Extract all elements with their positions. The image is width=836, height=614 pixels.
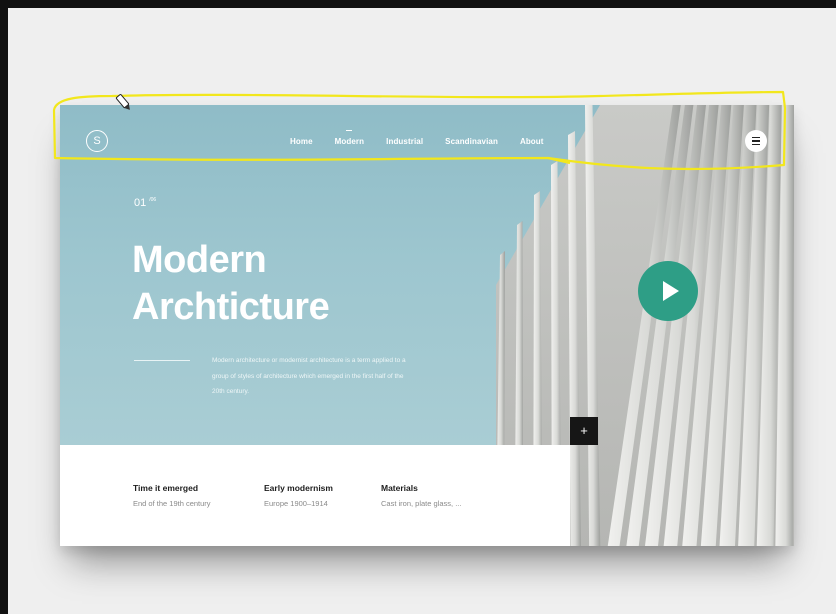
- annotation-overlay: [52, 90, 787, 171]
- yellow-highlight-stroke: [52, 90, 787, 171]
